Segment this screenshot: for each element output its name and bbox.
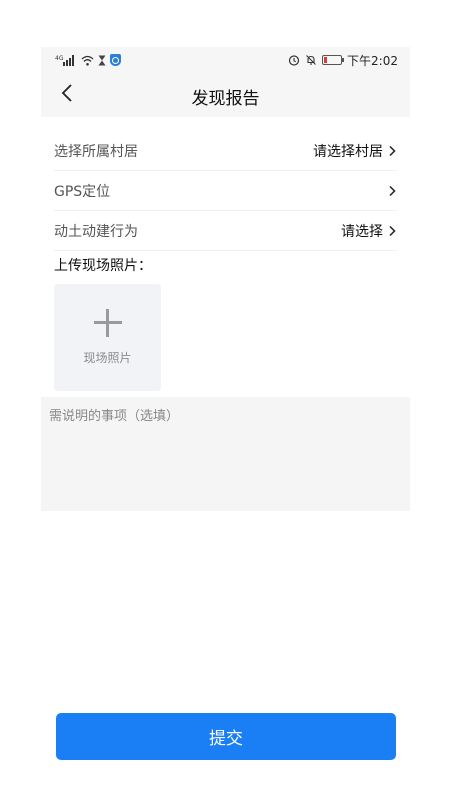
alarm-icon bbox=[288, 51, 300, 70]
status-left: 4G bbox=[55, 53, 121, 67]
app-screen: 4G 下午2:02 发现报告 选择所属村居 请选择村居 GPS定位 动土动建行为… bbox=[41, 47, 410, 800]
construction-type-row[interactable]: 动土动建行为 请选择 bbox=[54, 211, 397, 251]
construction-value-group: 请选择 bbox=[341, 221, 397, 241]
svg-text:4G: 4G bbox=[55, 55, 64, 62]
page-title: 发现报告 bbox=[191, 89, 260, 109]
upload-photos-title: 上传现场照片： bbox=[54, 258, 152, 274]
plus-icon bbox=[93, 309, 122, 337]
shield-icon bbox=[110, 54, 121, 66]
village-label: 选择所属村居 bbox=[54, 143, 138, 160]
village-value: 请选择村居 bbox=[313, 143, 383, 160]
gps-value-group bbox=[383, 185, 397, 197]
battery-low-icon bbox=[322, 55, 345, 65]
construction-value: 请选择 bbox=[341, 223, 383, 240]
wifi-icon bbox=[81, 51, 94, 70]
gps-label: GPS定位 bbox=[54, 183, 111, 200]
nav-bar: 发现报告 bbox=[41, 73, 410, 117]
status-time: 下午2:02 bbox=[347, 53, 398, 68]
status-bar: 4G 下午2:02 bbox=[41, 47, 410, 73]
chevron-right-icon bbox=[387, 185, 397, 197]
gps-location-row[interactable]: GPS定位 bbox=[54, 171, 397, 211]
add-photo-label: 现场照片 bbox=[83, 351, 132, 365]
hourglass-icon bbox=[98, 51, 106, 70]
chevron-right-icon bbox=[387, 145, 397, 157]
village-select-row[interactable]: 选择所属村居 请选择村居 bbox=[54, 131, 397, 171]
chevron-right-icon bbox=[387, 225, 397, 237]
village-value-group: 请选择村居 bbox=[313, 141, 397, 161]
add-photo-button[interactable]: 现场照片 bbox=[54, 284, 161, 391]
signal-icon: 4G bbox=[55, 51, 77, 70]
construction-label: 动土动建行为 bbox=[54, 223, 138, 240]
submit-button[interactable]: 提交 bbox=[56, 713, 396, 760]
mute-icon bbox=[305, 51, 317, 70]
status-right: 下午2:02 bbox=[288, 52, 398, 68]
notes-textarea[interactable] bbox=[41, 397, 410, 511]
